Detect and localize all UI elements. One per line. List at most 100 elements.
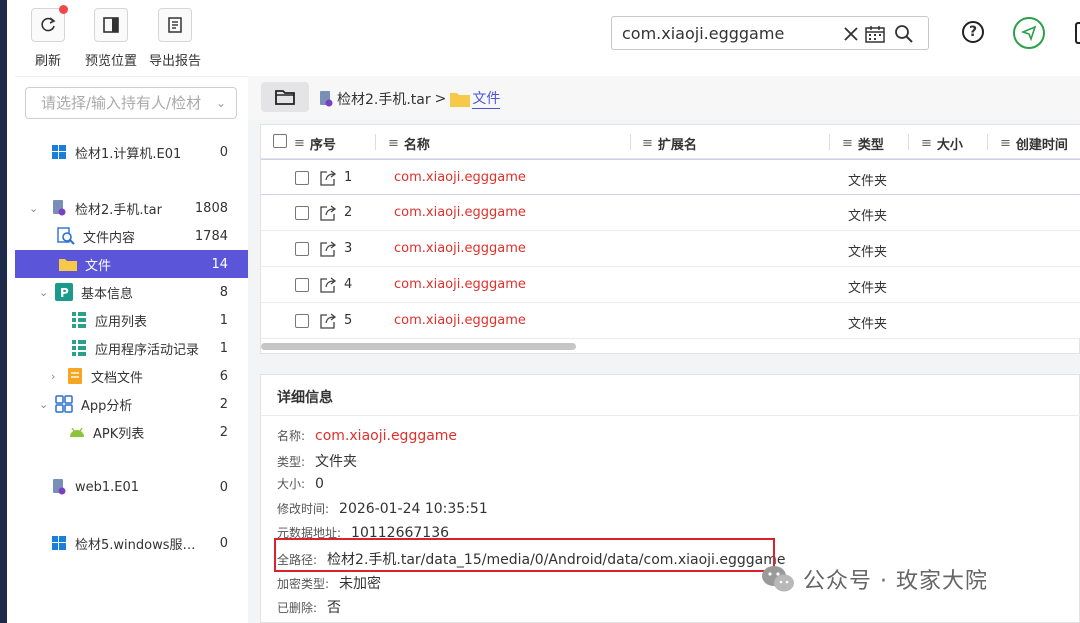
row-checkbox[interactable] bbox=[295, 278, 309, 292]
tree-item-count: 0 bbox=[219, 480, 228, 495]
tree-item-basic-info[interactable]: ⌄ P 基本信息 8 bbox=[15, 278, 248, 306]
svg-text:P: P bbox=[60, 286, 69, 300]
send-button[interactable] bbox=[1013, 17, 1045, 49]
tree-item-label: 文件内容 bbox=[83, 230, 136, 246]
notification-dot bbox=[59, 5, 68, 14]
select-all-checkbox[interactable] bbox=[273, 134, 287, 148]
row-index: 1 bbox=[344, 170, 353, 185]
column-menu-icon: ≡ bbox=[1000, 136, 1011, 151]
windows-icon bbox=[51, 144, 67, 160]
row-name[interactable]: com.xiaoji.egggame bbox=[394, 205, 526, 220]
owner-select[interactable]: 请选择/输入持有人/检材 ⌄ bbox=[25, 87, 237, 119]
column-header-index[interactable]: ≡ 序号 bbox=[294, 134, 336, 153]
evidence-tree: 请选择/输入持有人/检材 ⌄ 检材1.计算机.E01 0 ⌄ 检材2.手机.ta… bbox=[15, 76, 248, 623]
tree-item-app-list[interactable]: 应用列表 1 bbox=[15, 306, 248, 334]
tree-item-label: 应用列表 bbox=[95, 314, 148, 330]
tree-item-documents[interactable]: › 文档文件 6 bbox=[15, 362, 248, 390]
tree-item-label: web1.E01 bbox=[75, 479, 140, 495]
preview-position-button[interactable]: 预览位置 bbox=[76, 8, 146, 69]
column-header-created[interactable]: ≡ 创建时间 bbox=[1000, 134, 1068, 153]
refresh-button[interactable]: 刷新 bbox=[13, 5, 83, 69]
row-checkbox[interactable] bbox=[295, 206, 309, 220]
export-report-button[interactable]: 导出报告 bbox=[140, 8, 210, 69]
column-divider[interactable] bbox=[829, 134, 830, 150]
column-divider[interactable] bbox=[375, 134, 376, 150]
column-divider[interactable] bbox=[630, 134, 631, 150]
breadcrumb-bar: 检材2.手机.tar > 文件 bbox=[248, 76, 1080, 120]
tree-item-label: 检材2.手机.tar bbox=[75, 202, 162, 218]
clear-icon[interactable] bbox=[840, 23, 862, 45]
search-icon[interactable] bbox=[893, 23, 915, 45]
table-row[interactable]: 3 com.xiaoji.egggame 文件夹 bbox=[261, 231, 1080, 267]
table-row[interactable]: 2 com.xiaoji.egggame 文件夹 bbox=[261, 195, 1080, 231]
row-checkbox[interactable] bbox=[295, 242, 309, 256]
row-name[interactable]: com.xiaoji.egggame bbox=[394, 170, 526, 185]
tree-item-label: 基本信息 bbox=[81, 286, 134, 302]
row-name[interactable]: com.xiaoji.egggame bbox=[394, 241, 526, 256]
table-row[interactable]: 4 com.xiaoji.egggame 文件夹 bbox=[261, 267, 1080, 303]
column-header-size[interactable]: ≡ 大小 bbox=[921, 134, 963, 153]
open-external-icon[interactable] bbox=[319, 312, 337, 330]
chevron-right-icon[interactable]: › bbox=[51, 370, 63, 383]
tree-item-count: 1 bbox=[219, 341, 228, 356]
row-checkbox[interactable] bbox=[295, 171, 309, 185]
row-name[interactable]: com.xiaoji.egggame bbox=[394, 277, 526, 292]
send-icon bbox=[1021, 25, 1037, 41]
toolbar: 刷新 预览位置 导出报告 ? bbox=[7, 0, 1080, 76]
tree-item-evidence1[interactable]: 检材1.计算机.E01 0 bbox=[15, 138, 248, 166]
tree-item-count: 2 bbox=[219, 397, 228, 412]
tree-item-files[interactable]: 文件 14 bbox=[15, 250, 248, 278]
tree-item-label: 检材1.计算机.E01 bbox=[75, 146, 182, 162]
window-edge bbox=[0, 0, 7, 623]
column-header-extension[interactable]: ≡ 扩展名 bbox=[642, 134, 697, 153]
detail-title: 详细信息 bbox=[277, 390, 333, 406]
calendar-icon[interactable] bbox=[864, 23, 886, 45]
column-header-type[interactable]: ≡ 类型 bbox=[842, 134, 884, 153]
chevron-down-icon[interactable]: ⌄ bbox=[29, 202, 41, 215]
chevron-down-icon[interactable]: ⌄ bbox=[39, 398, 51, 411]
tree-item-count: 2 bbox=[219, 425, 228, 440]
tree-item-web1[interactable]: web1.E01 0 bbox=[15, 473, 248, 501]
tree-item-count: 6 bbox=[219, 369, 228, 384]
tree-item-file-content[interactable]: 文件内容 1784 bbox=[15, 222, 248, 250]
column-menu-icon: ≡ bbox=[921, 136, 932, 151]
breadcrumb-current[interactable]: 文件 bbox=[472, 88, 501, 109]
column-divider[interactable] bbox=[987, 134, 988, 150]
open-external-icon[interactable] bbox=[319, 240, 337, 258]
window-button[interactable] bbox=[1075, 22, 1080, 44]
row-index: 5 bbox=[344, 313, 353, 328]
table-header: ≡ 序号 ≡ 名称 ≡ 扩展名 ≡ 类型 ≡ 大小 ≡ 创建时间 bbox=[261, 125, 1080, 159]
row-name[interactable]: com.xiaoji.egggame bbox=[394, 313, 526, 328]
tree-item-evidence2[interactable]: ⌄ 检材2.手机.tar 1808 bbox=[15, 194, 248, 222]
row-checkbox[interactable] bbox=[295, 314, 309, 328]
row-index: 4 bbox=[344, 277, 353, 292]
horizontal-scrollbar[interactable] bbox=[261, 343, 576, 350]
folder-view-button[interactable] bbox=[261, 82, 309, 112]
table-row[interactable]: 5 com.xiaoji.egggame 文件夹 bbox=[261, 303, 1080, 339]
open-external-icon[interactable] bbox=[319, 204, 337, 222]
folder-icon bbox=[59, 256, 77, 272]
row-type: 文件夹 bbox=[848, 174, 888, 189]
table-row[interactable]: 1 com.xiaoji.egggame 文件夹 bbox=[261, 159, 1080, 195]
open-external-icon[interactable] bbox=[319, 276, 337, 294]
open-external-icon[interactable] bbox=[319, 169, 337, 187]
tree-item-app-activity[interactable]: 应用程序活动记录 1 bbox=[15, 334, 248, 362]
row-index: 2 bbox=[344, 205, 353, 220]
detail-panel: 详细信息 名称: com.xiaoji.egggame 类型: 文件夹 大小: 0 修… bbox=[260, 374, 1080, 623]
chevron-down-icon: ⌄ bbox=[215, 96, 226, 110]
column-header-name[interactable]: ≡ 名称 bbox=[388, 134, 430, 153]
phone-file-icon bbox=[51, 200, 67, 216]
disk-image-icon bbox=[51, 479, 67, 495]
breadcrumb-root[interactable]: 检材2.手机.tar bbox=[337, 89, 431, 109]
refresh-label: 刷新 bbox=[34, 54, 61, 69]
column-divider[interactable] bbox=[908, 134, 909, 150]
phone-file-icon bbox=[318, 90, 334, 107]
tree-item-count: 0 bbox=[219, 145, 228, 160]
tree-item-apk-list[interactable]: APK列表 2 bbox=[15, 418, 248, 446]
tree-item-label: 文件 bbox=[85, 258, 112, 274]
tree-item-evidence5[interactable]: 检材5.windows服务... 0 bbox=[15, 529, 248, 557]
tree-item-app-analysis[interactable]: ⌄ App分析 2 bbox=[15, 390, 248, 418]
chevron-down-icon[interactable]: ⌄ bbox=[39, 286, 51, 299]
help-button[interactable]: ? bbox=[962, 21, 984, 43]
search-input[interactable] bbox=[622, 23, 837, 43]
